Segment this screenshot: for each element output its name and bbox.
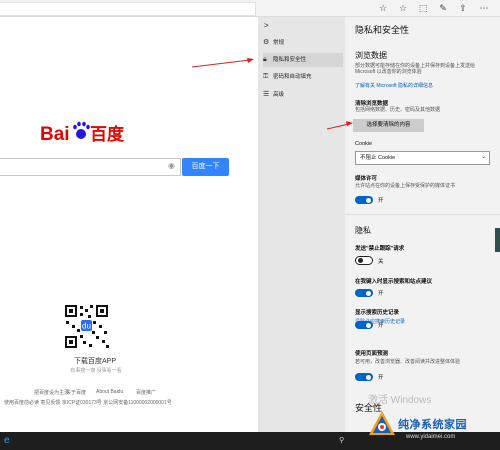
nav-item-label: 隐私和安全性 <box>273 57 307 63</box>
search-button[interactable]: 百度一下 <box>182 158 229 176</box>
reading-list-icon[interactable]: ☆ <box>377 2 389 14</box>
address-bar[interactable] <box>0 2 256 16</box>
baidu-logo[interactable]: Bai 百度 <box>40 120 140 146</box>
nav-item-label: 高级 <box>273 92 285 98</box>
nav-item-advanced[interactable]: ☰ 高级 <box>263 88 343 102</box>
expand-icon[interactable]: > <box>264 21 269 30</box>
chevron-down-icon: ⌄ <box>481 154 487 160</box>
gear-icon: ⚙ <box>263 39 270 46</box>
footer-link-promotion[interactable]: 百度推广 <box>136 389 156 396</box>
nav-item-passwords[interactable]: ⚿ 密码和自动填充 <box>263 70 343 84</box>
search-suggestions-toggle-state: 开 <box>378 291 384 297</box>
app-download-title[interactable]: 下载百度APP <box>60 356 130 366</box>
footer-link-about-en[interactable]: About Baidu <box>96 389 123 395</box>
footer-legal: 使用百度前必读 意见反馈 京ICP证030173号 京公网安备110000020… <box>4 400 172 406</box>
page-prediction-toggle-state: 开 <box>378 375 384 381</box>
sliders-icon: ☰ <box>263 91 270 98</box>
scroll-handle[interactable] <box>495 228 500 252</box>
do-not-track-toggle-state: 关 <box>378 259 384 265</box>
privacy-link[interactable]: 了解有关 Microsoft 隐私的详细信息 <box>355 82 433 89</box>
lock-icon: 🔒︎ <box>263 56 267 63</box>
svg-text:Bai: Bai <box>40 124 70 145</box>
footer-link-homepage[interactable]: 把百度设为主页 <box>34 389 69 396</box>
network-icon[interactable]: ⚲ <box>339 436 344 444</box>
page-title: 隐私和安全性 <box>355 25 410 35</box>
clear-data-description: 包括网络数据、历史、密码及其他数据 <box>355 107 441 113</box>
page-prediction-label: 使用页面预测 <box>355 351 389 357</box>
media-license-label: 媒体许可 <box>355 176 378 182</box>
key-icon: ⚿ <box>263 73 269 80</box>
page-prediction-description: 若可用，改善浏览器、改善阅读并改进整体体验 <box>355 359 461 365</box>
cookie-label: Cookie <box>355 141 373 147</box>
section-heading-browsing-data: 浏览数据 <box>355 51 387 60</box>
page-prediction-toggle[interactable] <box>355 373 373 381</box>
reading-icon[interactable]: ⬚ <box>417 2 429 14</box>
edge-icon[interactable]: e <box>4 435 10 446</box>
annotation-arrow-clear <box>326 121 353 130</box>
app-download-subtitle: 有事搜一搜 没事看一看 <box>70 368 122 374</box>
share-icon[interactable]: ⇪ <box>457 2 469 14</box>
media-license-toggle[interactable] <box>355 196 373 204</box>
site-title: 纯净系统家园 <box>398 419 467 431</box>
divider <box>345 214 500 215</box>
site-url: www.yidaimei.com <box>406 434 456 440</box>
qr-code: du <box>63 303 110 350</box>
more-icon[interactable]: ⋯ <box>478 2 490 14</box>
footer-link-about[interactable]: 关于百度 <box>66 389 86 396</box>
section-heading-privacy: 隐私 <box>355 226 371 235</box>
svg-text:百度: 百度 <box>90 124 125 145</box>
nav-item-privacy[interactable]: 🔒︎ 隐私和安全性 <box>263 53 343 67</box>
camera-icon[interactable]: ◉ <box>168 161 178 171</box>
nav-item-label: 常规 <box>273 40 285 46</box>
clear-data-label: 清除浏览数据 <box>355 101 389 107</box>
nav-item-general[interactable]: ⚙ 常规 <box>263 36 343 50</box>
annotation-arrow-privacy <box>191 58 254 68</box>
choose-what-to-clear-button[interactable]: 选择要清除的内容 <box>353 119 424 132</box>
svg-text:du: du <box>82 322 91 331</box>
nav-item-label: 密码和自动填充 <box>273 74 312 80</box>
do-not-track-label: 发送"禁止跟踪"请求 <box>355 246 405 252</box>
media-license-toggle-state: 开 <box>378 198 384 204</box>
search-suggestions-toggle[interactable] <box>355 289 373 297</box>
search-input[interactable] <box>0 158 181 176</box>
site-logo-icon <box>369 411 395 435</box>
pen-icon[interactable]: ✎ <box>437 2 449 14</box>
search-history-label: 显示搜索历史记录 <box>355 310 400 316</box>
search-suggestions-label: 在我键入时显示搜索和站点建议 <box>355 279 433 285</box>
favorites-icon[interactable]: ☆ <box>397 2 409 14</box>
browsing-data-description: 部分数据可能存储在你的设备上并保存到设备上发送给 Microsoft 以改善你的… <box>355 63 476 75</box>
media-license-description: 允许站点在你的设备上保存受保护的媒体证书 <box>355 183 456 189</box>
cookie-dropdown[interactable]: 不阻止 Cookie <box>355 151 490 165</box>
do-not-track-toggle[interactable] <box>355 256 373 265</box>
search-history-toggle[interactable] <box>355 321 373 329</box>
search-history-toggle-state: 开 <box>378 323 384 329</box>
